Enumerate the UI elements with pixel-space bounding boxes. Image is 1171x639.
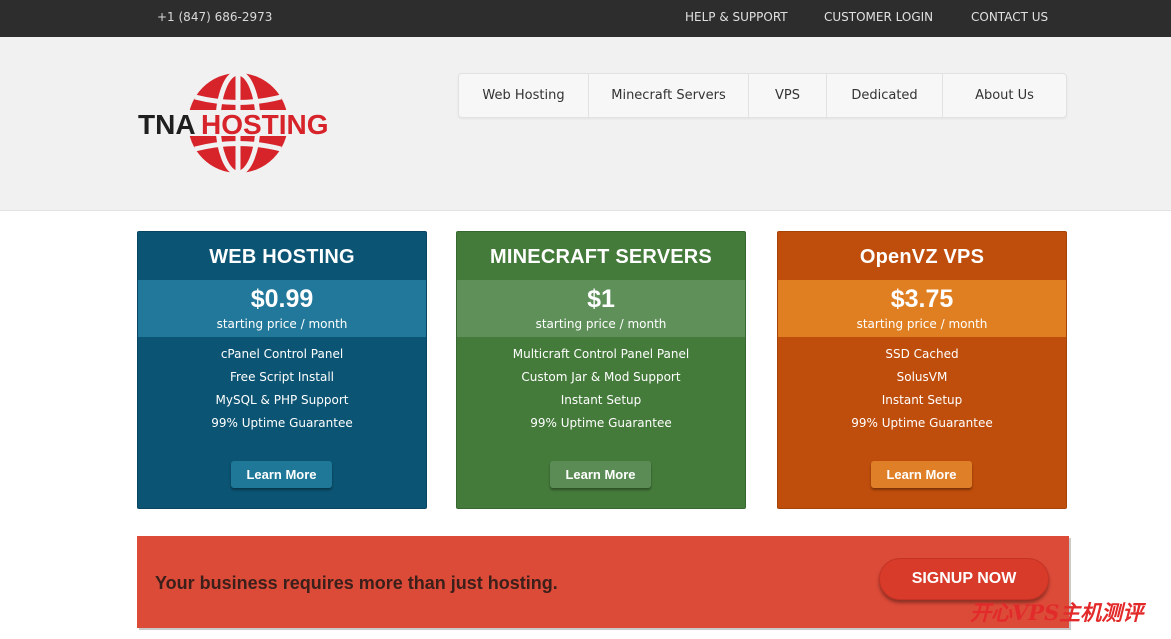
plan-card-web-hosting: WEB HOSTING $0.99 starting price / month… — [137, 231, 427, 509]
price-label: starting price / month — [856, 317, 988, 331]
feature-list: SSD Cached SolusVM Instant Setup 99% Upt… — [778, 347, 1066, 439]
plan-card-openvz-vps: OpenVZ VPS $3.75 starting price / month … — [777, 231, 1067, 509]
price-band: $1 starting price / month — [457, 280, 745, 337]
plan-price: $0.99 — [250, 285, 314, 313]
plan-title: WEB HOSTING — [209, 246, 355, 268]
feature-item: cPanel Control Panel — [220, 347, 344, 361]
plan-title: MINECRAFT SERVERS — [490, 246, 712, 268]
feature-list: cPanel Control Panel Free Script Install… — [138, 347, 426, 439]
customer-login-link[interactable]: CUSTOMER LOGIN — [824, 10, 933, 24]
help-support-link[interactable]: HELP & SUPPORT — [685, 10, 788, 24]
feature-item: Multicraft Control Panel Panel — [512, 347, 690, 361]
feature-list: Multicraft Control Panel Panel Custom Ja… — [457, 347, 745, 439]
feature-item: MySQL & PHP Support — [215, 393, 349, 407]
feature-item: Instant Setup — [881, 393, 963, 407]
feature-item: SolusVM — [896, 370, 948, 384]
feature-item: SSD Cached — [885, 347, 959, 361]
nav-minecraft-servers[interactable]: Minecraft Servers — [589, 74, 749, 117]
feature-item: Custom Jar & Mod Support — [521, 370, 681, 384]
banner-text: Your business requires more than just ho… — [155, 573, 558, 593]
price-label: starting price / month — [216, 317, 348, 331]
plan-card-minecraft-servers: MINECRAFT SERVERS $1 starting price / mo… — [456, 231, 746, 509]
logo-text-hosting: HOSTING — [201, 109, 329, 140]
main-nav: Web Hosting Minecraft Servers VPS Dedica… — [458, 73, 1067, 118]
logo-text-tna: TNA — [138, 109, 196, 140]
contact-us-link[interactable]: CONTACT US — [971, 10, 1048, 24]
feature-item: Free Script Install — [229, 370, 335, 384]
learn-more-button[interactable]: Learn More — [550, 461, 651, 488]
feature-item: 99% Uptime Guarantee — [211, 416, 353, 430]
feature-item: 99% Uptime Guarantee — [530, 416, 672, 430]
signup-banner: Your business requires more than just ho… — [137, 536, 1069, 628]
price-band: $0.99 starting price / month — [138, 280, 426, 337]
price-label: starting price / month — [535, 317, 667, 331]
nav-vps[interactable]: VPS — [749, 74, 827, 117]
feature-item: Instant Setup — [560, 393, 642, 407]
price-band: $3.75 starting price / month — [778, 280, 1066, 337]
feature-item: 99% Uptime Guarantee — [851, 416, 993, 430]
phone-number: +1 (847) 686-2973 — [157, 10, 273, 24]
plan-price: $3.75 — [890, 285, 954, 313]
nav-dedicated[interactable]: Dedicated — [827, 74, 943, 117]
nav-about-us[interactable]: About Us — [943, 74, 1066, 117]
nav-web-hosting[interactable]: Web Hosting — [459, 74, 589, 117]
learn-more-button[interactable]: Learn More — [871, 461, 972, 488]
plan-price: $1 — [587, 285, 615, 313]
learn-more-button[interactable]: Learn More — [231, 461, 332, 488]
signup-now-button[interactable]: SIGNUP NOW — [879, 558, 1049, 600]
watermark-text: 开心VPS主机测评 — [970, 600, 1144, 625]
top-bar: +1 (847) 686-2973 HELP & SUPPORT CUSTOME… — [0, 0, 1171, 37]
site-header: TNA HOSTING Web Hosting Minecraft Server… — [0, 37, 1171, 211]
tna-hosting-logo[interactable]: TNA HOSTING — [137, 70, 342, 176]
plan-title: OpenVZ VPS — [859, 246, 985, 268]
